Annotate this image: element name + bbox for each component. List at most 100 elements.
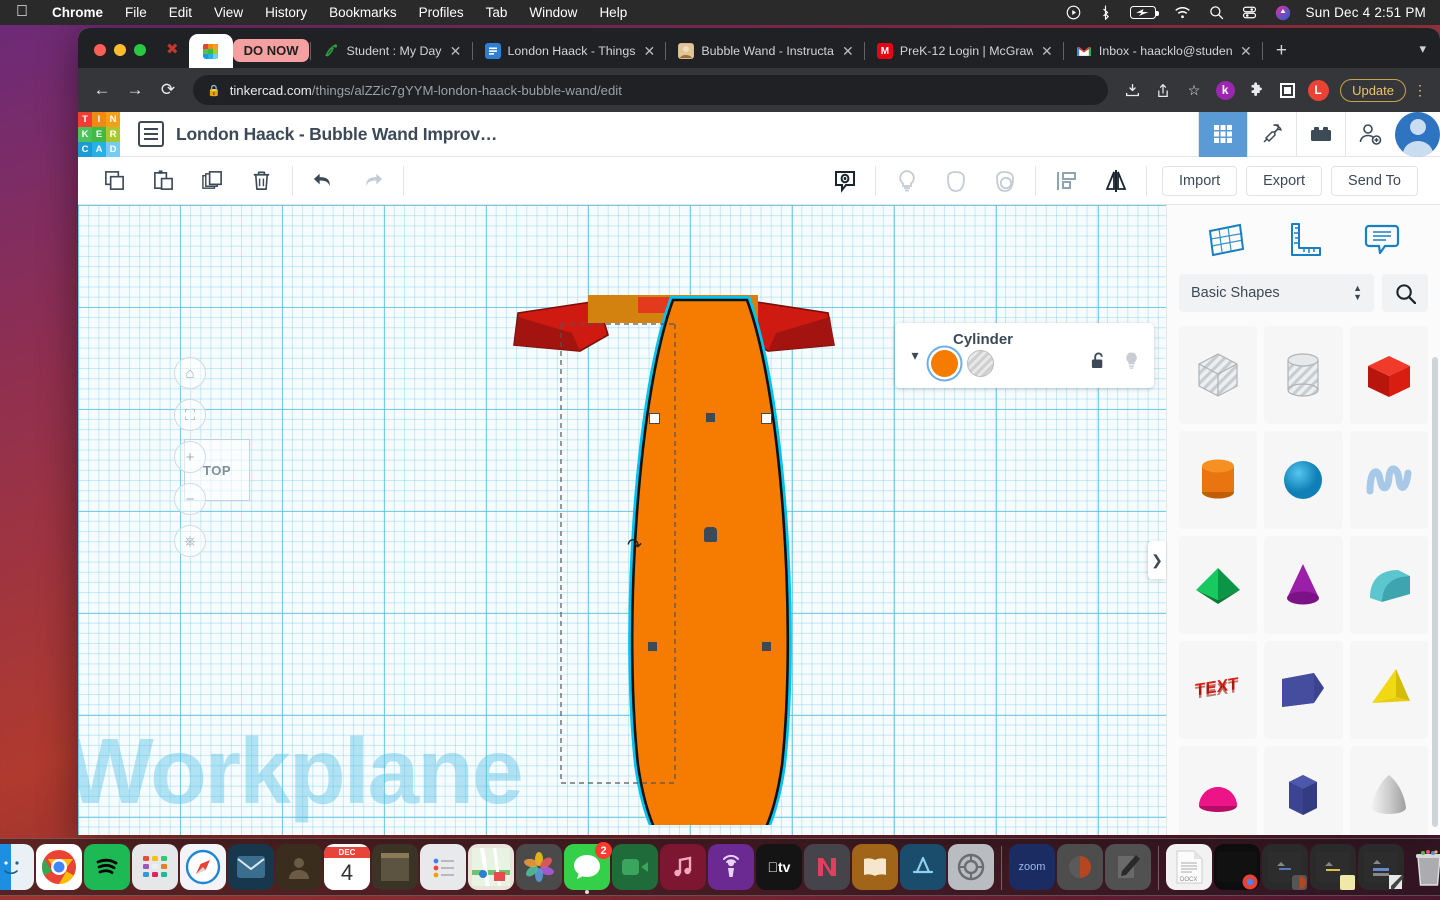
delete-trash-icon[interactable]	[237, 157, 286, 205]
export-button[interactable]: Export	[1246, 165, 1323, 196]
tab-search-chevron-icon[interactable]: ▾	[1405, 41, 1440, 68]
square-extension-icon[interactable]	[1273, 76, 1301, 104]
dock-item-system-settings[interactable]	[948, 844, 994, 890]
resize-handle-top-left[interactable]	[649, 413, 660, 424]
duplicate-icon[interactable]	[188, 157, 237, 205]
home-view-icon[interactable]: ⌂	[174, 357, 206, 389]
shape-pyramid-green[interactable]	[1179, 536, 1258, 634]
shape-scribble-blue[interactable]	[1349, 431, 1428, 529]
notes-comment-icon[interactable]	[820, 157, 869, 205]
dock-item-docx-file[interactable]: DOCX	[1166, 844, 1212, 890]
bookmark-star-icon[interactable]: ☆	[1180, 76, 1208, 104]
close-tab-button[interactable]: ✕	[1239, 44, 1253, 58]
dock-item-safari[interactable]	[180, 844, 226, 890]
dock-item-facetime[interactable]	[612, 844, 658, 890]
tab-gmail-inbox[interactable]: Inbox - haacklo@studen ✕	[1065, 34, 1261, 68]
mirror-icon[interactable]	[1091, 157, 1140, 205]
menu-item-chrome[interactable]: Chrome	[41, 5, 114, 20]
fit-to-view-icon[interactable]: ⛶	[174, 399, 206, 431]
address-bar[interactable]: 🔒 tinkercad.com/things/alZZic7gYYM-londo…	[193, 75, 1109, 105]
shapes-panel-scrollbar[interactable]	[1432, 357, 1438, 827]
dock-item-music[interactable]	[660, 844, 706, 890]
close-window-button[interactable]	[94, 44, 106, 56]
tinkercad-pinned-tab[interactable]	[188, 34, 233, 68]
resize-handle-top-mid[interactable]	[706, 413, 715, 422]
perspective-toggle-icon[interactable]: ⎈	[174, 525, 206, 557]
dock-item-stack-notes[interactable]	[1310, 844, 1356, 890]
close-tab-button[interactable]: ✕	[1040, 44, 1054, 58]
lightbulb-icon[interactable]	[882, 157, 931, 205]
dock-item-lightroom[interactable]	[1057, 844, 1103, 890]
share-icon[interactable]	[1149, 76, 1177, 104]
unlock-icon[interactable]	[1090, 351, 1107, 375]
note-icon[interactable]	[1363, 221, 1401, 264]
menu-item-profiles[interactable]: Profiles	[408, 5, 475, 20]
dock-item-zoom[interactable]: zoom	[1009, 844, 1055, 890]
resize-handle-right-mid[interactable]	[762, 642, 771, 651]
paste-icon[interactable]	[139, 157, 188, 205]
dock-item-calendar[interactable]: DEC 4	[324, 844, 370, 890]
shape-box-red[interactable]	[1349, 326, 1428, 424]
menubar-clock[interactable]: Sun Dec 4 2:51 PM	[1300, 5, 1440, 20]
bluetooth-icon[interactable]	[1090, 5, 1121, 20]
menu-item-window[interactable]: Window	[518, 5, 588, 20]
shape-hexprism-navy[interactable]	[1264, 746, 1343, 835]
workplane-icon[interactable]	[1206, 221, 1246, 264]
send-to-button[interactable]: Send To	[1331, 165, 1418, 196]
chevron-down-icon[interactable]: ▾	[905, 347, 925, 364]
shape-text-red[interactable]: TEXT TEXT	[1179, 641, 1258, 739]
shape-polygon-navy[interactable]	[1264, 641, 1343, 739]
kebab-menu-icon[interactable]: ⋮	[1409, 82, 1431, 99]
redo-icon[interactable]	[348, 157, 397, 205]
apple-menu-icon[interactable]: 	[0, 3, 41, 20]
tab-student-my-day[interactable]: Student : My Day ✕	[312, 34, 470, 68]
do-now-tab-group-label[interactable]: DO NOW	[232, 39, 310, 62]
page-title[interactable]: London Haack - Bubble Wand Improv…	[176, 124, 497, 145]
dock-item-trash[interactable]	[1406, 844, 1440, 890]
close-tab-button[interactable]: ✕	[841, 44, 855, 58]
dock-item-appletv[interactable]: tv	[756, 844, 802, 890]
shape-cylinder-hole[interactable]	[1264, 326, 1343, 424]
dock-item-photos[interactable]	[516, 844, 562, 890]
screen-record-icon[interactable]	[1057, 5, 1090, 20]
menu-item-view[interactable]: View	[203, 5, 254, 20]
shape-dome-pink[interactable]	[1179, 746, 1258, 835]
menu-item-bookmarks[interactable]: Bookmarks	[318, 5, 408, 20]
align-icon[interactable]	[1042, 157, 1091, 205]
maximize-window-button[interactable]	[134, 44, 146, 56]
hole-swatch[interactable]	[967, 350, 994, 377]
dock-item-podcasts[interactable]	[708, 844, 754, 890]
copy-icon[interactable]	[90, 157, 139, 205]
reload-icon[interactable]: ⟳	[153, 75, 183, 105]
zoom-out-icon[interactable]: −	[174, 483, 206, 515]
shape-cylinder-orange[interactable]	[1179, 431, 1258, 529]
dock-item-stack-files[interactable]	[1262, 844, 1308, 890]
ruler-icon[interactable]	[1284, 221, 1324, 264]
close-tab-button[interactable]: ✕	[449, 44, 463, 58]
menu-item-edit[interactable]: Edit	[158, 5, 203, 20]
shape-sphere-blue[interactable]	[1264, 431, 1343, 529]
invite-person-icon[interactable]	[1345, 111, 1394, 157]
back-arrow-icon[interactable]: ←	[87, 75, 117, 105]
height-handle[interactable]	[704, 527, 717, 542]
lego-brick-icon[interactable]	[1296, 111, 1345, 157]
install-app-icon[interactable]	[1118, 76, 1146, 104]
dock-item-reminders[interactable]	[420, 844, 466, 890]
wifi-icon[interactable]	[1165, 6, 1200, 19]
zoom-in-icon[interactable]: +	[174, 441, 206, 473]
menu-item-file[interactable]: File	[114, 5, 158, 20]
minimize-window-button[interactable]	[114, 44, 126, 56]
user-account-icon[interactable]	[1266, 5, 1300, 21]
dock-item-contacts[interactable]	[276, 844, 322, 890]
solid-color-swatch[interactable]	[931, 350, 958, 377]
ungroup-icon[interactable]	[980, 157, 1029, 205]
menu-item-history[interactable]: History	[254, 5, 318, 20]
dock-item-spotify[interactable]	[84, 844, 130, 890]
grasshopper-pin-icon[interactable]: ✖	[156, 42, 189, 68]
shape-paraboloid-grey[interactable]	[1349, 746, 1428, 835]
import-button[interactable]: Import	[1162, 165, 1238, 196]
dock-item-notability[interactable]	[1105, 844, 1151, 890]
dock-item-folder-downloads[interactable]	[1214, 844, 1260, 890]
kami-extension-icon[interactable]: k	[1211, 76, 1239, 104]
lightbulb-icon[interactable]	[1123, 351, 1140, 375]
